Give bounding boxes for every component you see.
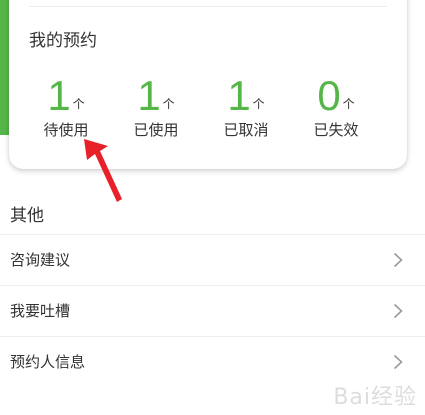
chevron-right-icon — [393, 303, 403, 319]
stat-pending-count: 1 — [47, 72, 71, 119]
stat-pending-unit: 个 — [72, 97, 85, 111]
card-divider — [29, 6, 387, 7]
stat-cancelled[interactable]: 1 个 已取消 — [201, 72, 291, 140]
chevron-right-icon — [393, 354, 403, 370]
stat-pending-label: 待使用 — [43, 121, 89, 139]
reservation-card-title: 我的预约 — [29, 31, 97, 51]
other-section-title: 其他 — [10, 206, 44, 226]
watermark: Bai经验 — [333, 385, 417, 410]
stat-expired-unit: 个 — [342, 97, 355, 111]
menu-item-complaint-label: 我要吐槽 — [10, 302, 71, 320]
stat-cancelled-label: 已取消 — [223, 121, 269, 139]
chevron-right-icon — [393, 252, 403, 268]
stat-cancelled-count: 1 — [227, 72, 251, 119]
stat-pending[interactable]: 1 个 待使用 — [21, 72, 111, 140]
stat-used-label: 已使用 — [133, 121, 179, 139]
reservation-card: 我的预约 1 个 待使用 1 个 已使用 1 个 已取消 0 个 已失效 — [9, 0, 407, 169]
stat-used-count: 1 — [137, 72, 161, 119]
menu-item-complaint[interactable]: 我要吐槽 — [0, 285, 425, 336]
stat-used[interactable]: 1 个 已使用 — [111, 72, 201, 140]
stat-used-unit: 个 — [162, 97, 175, 111]
stat-cancelled-unit: 个 — [252, 97, 265, 111]
stat-expired-count: 0 — [317, 72, 341, 119]
stat-expired[interactable]: 0 个 已失效 — [291, 72, 381, 140]
stat-expired-label: 已失效 — [313, 121, 359, 139]
menu-item-feedback[interactable]: 咨询建议 — [0, 234, 425, 285]
menu-item-feedback-label: 咨询建议 — [10, 251, 71, 269]
menu-item-reserver-info-label: 预约人信息 — [10, 353, 86, 371]
